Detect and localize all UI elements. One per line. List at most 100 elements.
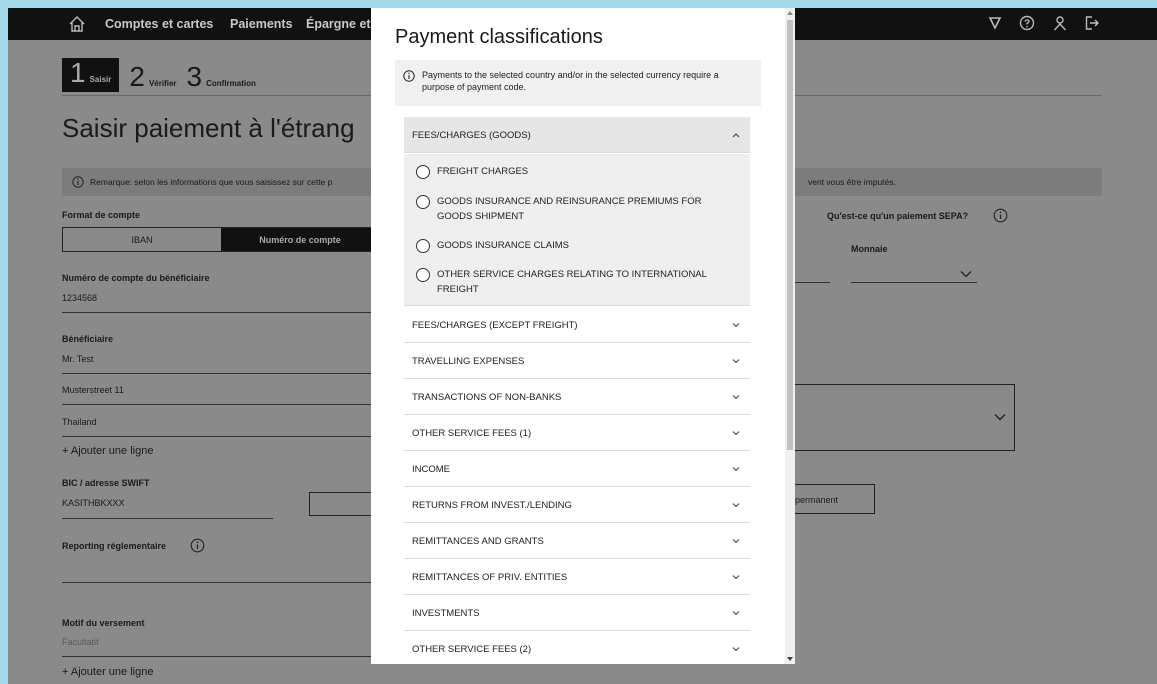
accordion-header-label: FEES/CHARGES (EXCEPT FREIGHT)	[412, 320, 578, 331]
amount-underline	[795, 282, 830, 283]
beneficiary-name-input[interactable]: Mr. Test	[62, 354, 93, 364]
accordion-header-label: RETURNS FROM INVEST./LENDING	[412, 500, 572, 511]
nav-paiements[interactable]: Paiements	[230, 17, 293, 31]
accordion-header-label: OTHER SERVICE FEES (1)	[412, 428, 532, 439]
input-underline	[62, 404, 380, 405]
page-title: Saisir paiement à l'étrang	[62, 113, 355, 143]
bic-label: BIC / adresse SWIFT	[62, 478, 150, 488]
step-verifier: 2 Vérifier	[129, 62, 176, 92]
radio-button[interactable]	[416, 195, 430, 209]
modal-title: Payment classifications	[395, 26, 603, 48]
permanent-button-label: permanent	[795, 495, 839, 505]
nav-epargne[interactable]: Épargne et	[306, 17, 371, 31]
accordion-header[interactable]: INVESTMENTS	[404, 595, 750, 631]
accordion-header-fees-goods[interactable]: FEES/CHARGES (GOODS)	[404, 117, 750, 153]
accordion-header-label: FEES/CHARGES (GOODS)	[412, 130, 531, 141]
home-icon[interactable]	[68, 15, 86, 33]
user-icon[interactable]	[1051, 14, 1069, 32]
sepa-link[interactable]: Qu'est-ce qu'un paiement SEPA?	[827, 211, 968, 221]
accordion-header-label: TRANSACTIONS OF NON-BANKS	[412, 392, 562, 403]
scroll-down-arrow[interactable]	[787, 657, 793, 661]
info-icon	[72, 176, 84, 188]
step-number: 2	[129, 61, 145, 92]
window-left-border	[0, 0, 8, 684]
shield-icon[interactable]	[986, 14, 1004, 32]
window-top-border	[0, 0, 1157, 8]
accordion-header[interactable]: REMITTANCES OF PRIV. ENTITIES	[404, 559, 750, 595]
input-underline	[62, 518, 273, 519]
chevron-down-icon	[732, 359, 740, 364]
account-format-label: Format de compte	[62, 210, 141, 220]
step-label: Vérifier	[148, 79, 177, 88]
bic-input[interactable]: KASITHBKXXX	[62, 498, 125, 508]
step-label: Confirmation	[206, 79, 256, 88]
beneficiary-street-input[interactable]: Musterstreet 11	[62, 385, 124, 395]
info-icon[interactable]	[190, 538, 205, 553]
format-account-number-option[interactable]: Numéro de compte	[221, 228, 379, 251]
accordion-header[interactable]: RETURNS FROM INVEST./LENDING	[404, 487, 750, 523]
input-underline	[62, 373, 380, 374]
chevron-down-icon	[732, 647, 740, 652]
accordion-header-label: INCOME	[412, 464, 450, 475]
accordion-header[interactable]: INCOME	[404, 451, 750, 487]
format-iban-option[interactable]: IBAN	[63, 228, 221, 251]
accordion-header-label: OTHER SERVICE FEES (2)	[412, 644, 532, 655]
remark-text-end: vent vous être imputés.	[808, 177, 896, 187]
option-label: FREIGHT CHARGES	[437, 166, 529, 177]
add-line-button[interactable]: + Ajouter une ligne	[62, 666, 153, 678]
nav-comptes-cartes[interactable]: Comptes et cartes	[105, 17, 213, 31]
accordion-header[interactable]: TRAVELLING EXPENSES	[404, 343, 750, 379]
chevron-down-icon	[732, 503, 740, 508]
logout-icon[interactable]	[1083, 14, 1101, 32]
step-number: 1	[70, 57, 86, 88]
scroll-up-arrow[interactable]	[787, 11, 793, 15]
radio-button[interactable]	[416, 268, 430, 282]
chevron-down-icon	[732, 539, 740, 544]
accordion-header[interactable]: OTHER SERVICE FEES (2)	[404, 631, 750, 664]
chevron-down-icon[interactable]	[960, 270, 972, 278]
accordion-header-label: INVESTMENTS	[412, 608, 480, 619]
reason-label: Motif du versement	[62, 618, 145, 628]
info-icon[interactable]	[993, 208, 1008, 223]
accordion-body-fees-goods: FREIGHT CHARGES GOODS INSURANCE AND REIN…	[404, 154, 750, 306]
chevron-down-icon	[732, 575, 740, 580]
remark-text: Remarque: selon les informations que vou…	[90, 177, 333, 187]
stepper: 1 Saisir 2 Vérifier 3 Confirmation	[62, 58, 266, 92]
chevron-down-icon	[994, 414, 1006, 421]
payment-classifications-modal: Payment classifications Payments to the …	[371, 8, 795, 664]
modal-info-text: Payments to the selected country and/or …	[422, 70, 719, 92]
add-line-button[interactable]: + Ajouter une ligne	[62, 445, 153, 457]
option-label: GOODS INSURANCE CLAIMS	[437, 240, 569, 251]
permanent-button[interactable]: permanent	[787, 484, 875, 514]
beneficiary-label: Bénéficiaire	[62, 334, 114, 344]
scrollbar-thumb[interactable]	[787, 20, 793, 450]
accordion-header-label: REMITTANCES AND GRANTS	[412, 536, 544, 547]
beneficiary-country-input[interactable]: Thailand	[62, 417, 97, 427]
account-format-toggle: IBAN Numéro de compte	[62, 227, 380, 252]
accordion-header[interactable]: OTHER SERVICE FEES (1)	[404, 415, 750, 451]
reporting-underline	[62, 582, 380, 583]
radio-button[interactable]	[416, 165, 430, 179]
currency-label: Monnaie	[851, 244, 888, 254]
dropdown-box[interactable]	[787, 384, 1015, 451]
accordion-header[interactable]: FEES/CHARGES (EXCEPT FREIGHT)	[404, 307, 750, 343]
input-underline	[62, 312, 380, 313]
accordion-header-label: TRAVELLING EXPENSES	[412, 356, 525, 367]
radio-button[interactable]	[416, 239, 430, 253]
input-underline	[62, 656, 380, 657]
accordion-header-label: REMITTANCES OF PRIV. ENTITIES	[412, 572, 568, 583]
modal-scrollbar[interactable]	[785, 8, 795, 664]
option-label: OTHER SERVICE CHARGES RELATING TO INTERN…	[437, 269, 707, 295]
accordion-header[interactable]: TRANSACTIONS OF NON-BANKS	[404, 379, 750, 415]
step-confirmation: 3 Confirmation	[187, 62, 256, 92]
reporting-label: Reporting réglementaire	[62, 541, 167, 551]
help-icon[interactable]	[1018, 14, 1036, 32]
step-saisir: 1 Saisir	[62, 57, 120, 92]
option-label: GOODS INSURANCE AND REINSURANCE PREMIUMS…	[437, 196, 702, 222]
info-icon	[403, 70, 415, 82]
input-underline	[62, 436, 380, 437]
reason-input[interactable]: Facultatif	[62, 637, 99, 647]
accordion-header[interactable]: REMITTANCES AND GRANTS	[404, 523, 750, 559]
beneficiary-account-label: Numéro de compte du bénéficiaire	[62, 273, 210, 283]
beneficiary-account-input[interactable]: 1234568	[62, 293, 97, 303]
